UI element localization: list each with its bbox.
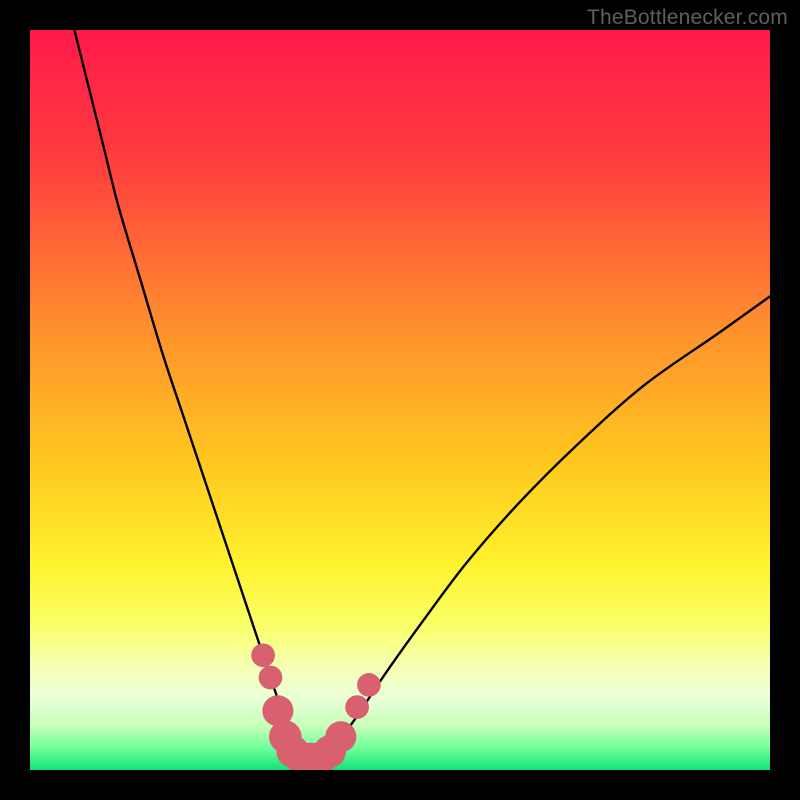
highlight-cluster <box>251 643 381 770</box>
marker-dot <box>357 673 381 697</box>
plot-area <box>30 30 770 770</box>
watermark-text: TheBottlenecker.com <box>587 6 788 30</box>
chart-frame: TheBottlenecker.com <box>0 0 800 800</box>
marker-dot <box>345 695 369 719</box>
marker-dot <box>251 643 275 667</box>
marker-dot <box>325 721 356 752</box>
curve-layer <box>30 30 770 770</box>
marker-dot <box>259 666 283 690</box>
bottleneck-curve <box>74 30 770 763</box>
